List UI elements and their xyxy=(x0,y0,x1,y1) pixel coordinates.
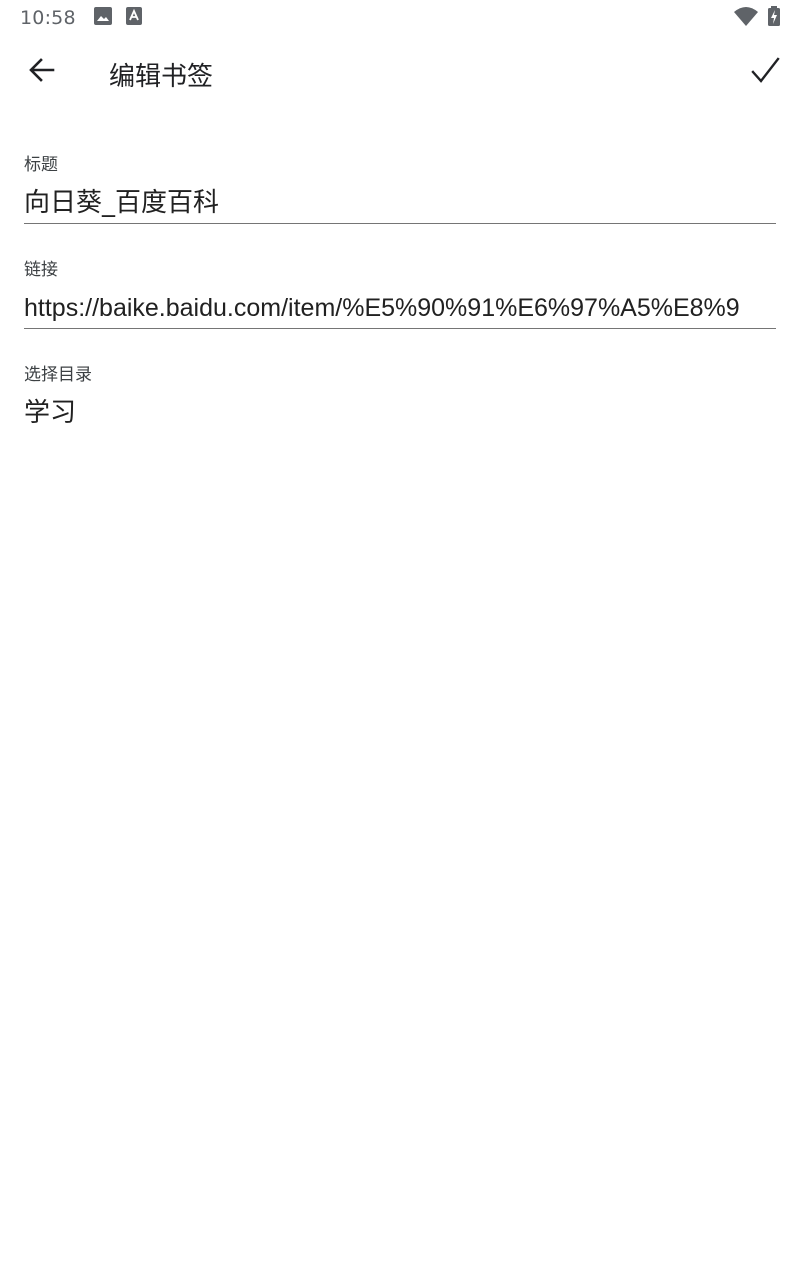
status-icons-left xyxy=(93,7,142,29)
link-label: 链接 xyxy=(24,260,58,280)
title-input[interactable]: 向日葵_百度百科 xyxy=(24,175,776,224)
link-field: 链接 https://baike.baidu.com/item/%E5%90%9… xyxy=(24,255,776,329)
page-title: 编辑书签 xyxy=(109,62,214,92)
status-icons-right xyxy=(734,6,780,30)
confirm-button[interactable] xyxy=(742,50,788,96)
a-text-icon xyxy=(125,7,142,29)
directory-label: 选择目录 xyxy=(24,365,92,385)
battery-charging-icon xyxy=(768,6,780,30)
check-icon xyxy=(750,56,780,90)
status-bar: 10:58 xyxy=(0,0,800,36)
directory-select[interactable]: 学习 xyxy=(24,385,776,433)
image-icon xyxy=(93,7,112,29)
back-button[interactable] xyxy=(20,50,64,94)
directory-field: 选择目录 学习 xyxy=(24,360,776,433)
status-time: 10:58 xyxy=(20,7,76,29)
arrow-left-icon xyxy=(28,56,56,88)
title-label: 标题 xyxy=(24,155,58,175)
wifi-icon xyxy=(734,6,758,30)
link-input[interactable]: https://baike.baidu.com/item/%E5%90%91%E… xyxy=(24,280,776,329)
title-field: 标题 向日葵_百度百科 xyxy=(24,150,776,224)
toolbar: 编辑书签 xyxy=(0,36,800,112)
